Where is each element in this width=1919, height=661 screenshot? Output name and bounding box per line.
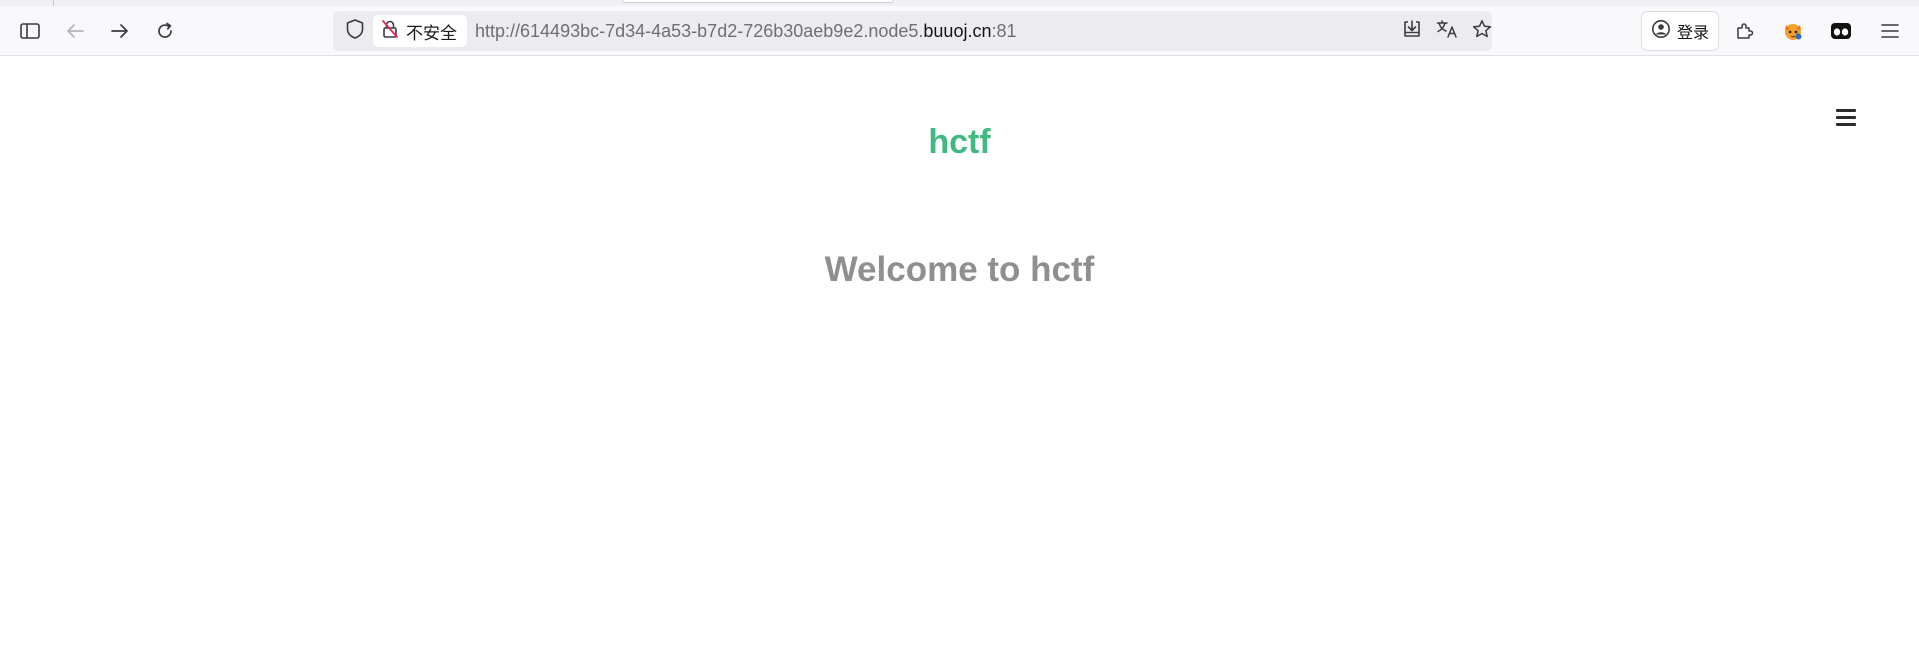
sidebar-toggle-button[interactable] xyxy=(13,14,47,48)
page-content: hctf Welcome to hctf xyxy=(0,57,1919,661)
extensions-button[interactable] xyxy=(1728,14,1762,48)
puzzle-icon xyxy=(1735,21,1755,41)
install-app-icon xyxy=(1402,19,1422,44)
security-status-label: 不安全 xyxy=(406,23,457,44)
fox-extension-icon xyxy=(1782,20,1804,42)
url-prefix: http://614493bc-7d34-4a53-b7d2-726b30aeb… xyxy=(475,21,924,41)
url-port: :81 xyxy=(991,21,1017,41)
address-bar[interactable]: 不安全 http://614493bc-7d34-4a53-b7d2-726b3… xyxy=(333,11,1492,51)
back-button[interactable] xyxy=(58,14,92,48)
back-arrow-icon xyxy=(66,23,84,39)
fox-extension-button[interactable] xyxy=(1776,14,1810,48)
star-icon xyxy=(1472,19,1492,44)
url-domain: buuoj.cn xyxy=(923,21,992,41)
login-button[interactable]: 登录 xyxy=(1641,11,1719,51)
bookmark-button[interactable] xyxy=(1468,17,1496,45)
insecure-lock-icon xyxy=(381,19,399,44)
reload-icon xyxy=(156,22,174,40)
site-title[interactable]: hctf xyxy=(0,123,1919,162)
tracking-protection-button[interactable] xyxy=(341,17,369,45)
app-menu-button[interactable] xyxy=(1873,14,1907,48)
url-text[interactable]: http://614493bc-7d34-4a53-b7d2-726b30aeb… xyxy=(475,21,1017,41)
shield-icon xyxy=(346,18,364,44)
active-tab-edge[interactable] xyxy=(622,0,894,3)
welcome-heading: Welcome to hctf xyxy=(824,250,1095,289)
install-app-button[interactable] xyxy=(1398,17,1426,45)
forward-button[interactable] xyxy=(103,14,137,48)
mask-extension-button[interactable] xyxy=(1824,14,1858,48)
menu-icon[interactable] xyxy=(1836,109,1858,131)
account-icon xyxy=(1651,19,1671,44)
login-label: 登录 xyxy=(1676,23,1709,42)
navigation-toolbar: 不安全 http://614493bc-7d34-4a53-b7d2-726b3… xyxy=(0,6,1919,56)
reload-button[interactable] xyxy=(148,14,182,48)
sidebar-icon xyxy=(20,23,40,39)
mask-extension-icon xyxy=(1830,22,1852,40)
site-security-button[interactable]: 不安全 xyxy=(373,15,467,47)
hamburger-icon xyxy=(1881,23,1899,39)
translate-button[interactable] xyxy=(1433,17,1461,45)
forward-arrow-icon xyxy=(111,23,129,39)
translate-icon xyxy=(1436,19,1458,44)
